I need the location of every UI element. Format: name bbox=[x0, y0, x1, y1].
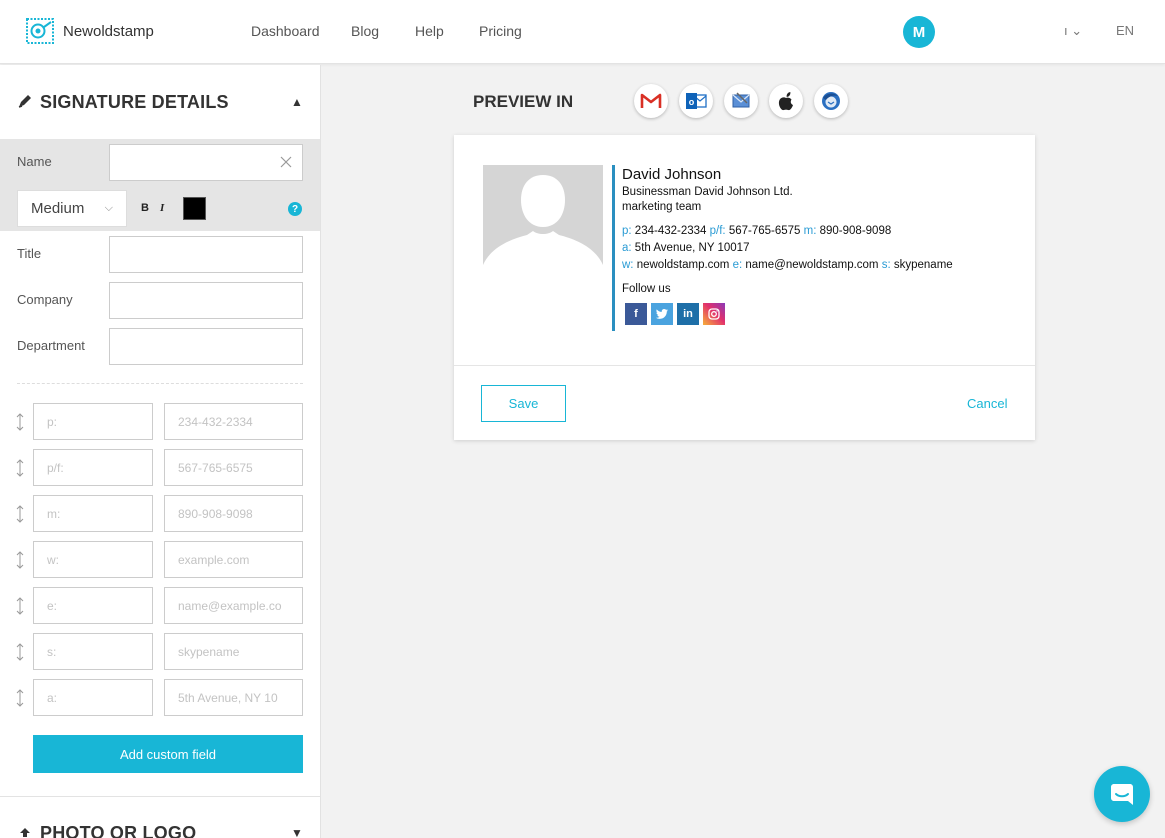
signature-details-title: SIGNATURE DETAILS bbox=[40, 91, 229, 112]
nav-dashboard[interactable]: Dashboard bbox=[251, 23, 320, 39]
drag-handle-icon[interactable] bbox=[14, 505, 26, 523]
brand-name: Newoldstamp bbox=[63, 22, 154, 40]
preview-in-label: PREVIEW IN bbox=[473, 92, 574, 111]
divider bbox=[17, 383, 303, 384]
account-menu-toggle[interactable]: ı ⌄ bbox=[1064, 23, 1082, 39]
name-input[interactable] bbox=[109, 144, 303, 181]
skype-value-input[interactable] bbox=[164, 633, 303, 670]
follow-us-label: Follow us bbox=[622, 283, 671, 295]
pen-icon bbox=[17, 93, 33, 109]
company-input[interactable] bbox=[109, 282, 303, 319]
divider bbox=[454, 365, 1035, 366]
apple-icon[interactable] bbox=[769, 84, 803, 118]
text-color-picker[interactable] bbox=[183, 197, 206, 220]
drag-handle-icon[interactable] bbox=[14, 459, 26, 477]
facebook-icon[interactable]: f bbox=[625, 303, 647, 325]
stamp-logo-icon bbox=[25, 17, 55, 45]
gmail-icon[interactable] bbox=[634, 84, 668, 118]
nav-help[interactable]: Help bbox=[415, 23, 444, 39]
signature-company: Businessman David Johnson Ltd. bbox=[622, 186, 793, 198]
drag-handle-icon[interactable] bbox=[14, 597, 26, 615]
signature-web-links: w: newoldstamp.com e: name@newoldstamp.c… bbox=[622, 259, 953, 271]
website-label-input[interactable] bbox=[33, 541, 153, 578]
collapse-arrow-icon[interactable]: ▲ bbox=[291, 95, 303, 109]
instagram-icon[interactable] bbox=[703, 303, 725, 325]
save-button[interactable]: Save bbox=[481, 385, 566, 422]
drag-handle-icon[interactable] bbox=[14, 551, 26, 569]
email-label-input[interactable] bbox=[33, 587, 153, 624]
add-custom-field-button[interactable]: Add custom field bbox=[33, 735, 303, 773]
signature-phones: p: 234-432-2334 p/f: 567-765-6575 m: 890… bbox=[622, 225, 892, 237]
skype-label-input[interactable] bbox=[33, 633, 153, 670]
signature-name: David Johnson bbox=[622, 166, 722, 183]
phone-fax-label-input[interactable] bbox=[33, 449, 153, 486]
mobile-label-input[interactable] bbox=[33, 495, 153, 532]
profile-placeholder-image bbox=[483, 165, 603, 275]
photo-logo-title: PHOTO OR LOGO bbox=[40, 822, 197, 838]
phone-label-input[interactable] bbox=[33, 403, 153, 440]
top-bar: Newoldstamp Dashboard Blog Help Pricing … bbox=[0, 0, 1165, 64]
title-input[interactable] bbox=[109, 236, 303, 273]
clear-name-icon[interactable] bbox=[279, 155, 293, 169]
expand-arrow-icon[interactable]: ▼ bbox=[291, 826, 303, 838]
font-weight-value: Medium bbox=[31, 200, 85, 217]
upload-icon bbox=[17, 826, 33, 838]
nav-blog[interactable]: Blog bbox=[351, 23, 379, 39]
photo-logo-header[interactable]: PHOTO OR LOGO ▼ bbox=[0, 796, 320, 838]
email-value-input[interactable] bbox=[164, 587, 303, 624]
signature-preview-card: David Johnson Businessman David Johnson … bbox=[454, 135, 1035, 440]
department-label: Department bbox=[17, 338, 85, 353]
chevron-down-icon: ⌵ bbox=[104, 202, 113, 214]
address-value-input[interactable] bbox=[164, 679, 303, 716]
outlook-icon[interactable]: o bbox=[679, 84, 713, 118]
help-icon[interactable]: ? bbox=[288, 202, 302, 216]
mobile-value-input[interactable] bbox=[164, 495, 303, 532]
signature-editor-panel: SIGNATURE DETAILS ▲ Name Medium ⌵ B I ? … bbox=[0, 65, 321, 838]
drag-handle-icon[interactable] bbox=[14, 413, 26, 431]
thunderbird-icon[interactable] bbox=[814, 84, 848, 118]
user-avatar[interactable]: M bbox=[903, 16, 935, 48]
title-label: Title bbox=[17, 246, 42, 261]
apple-mail-icon[interactable] bbox=[724, 84, 758, 118]
phone-value-input[interactable] bbox=[164, 403, 303, 440]
signature-details-header[interactable]: SIGNATURE DETAILS ▲ bbox=[0, 65, 320, 139]
chat-widget-button[interactable] bbox=[1094, 766, 1150, 822]
company-label: Company bbox=[17, 292, 73, 307]
cancel-link[interactable]: Cancel bbox=[967, 396, 1007, 411]
address-label-input[interactable] bbox=[33, 679, 153, 716]
twitter-icon[interactable] bbox=[651, 303, 673, 325]
bold-button[interactable]: B bbox=[141, 202, 149, 214]
drag-handle-icon[interactable] bbox=[14, 643, 26, 661]
department-input[interactable] bbox=[109, 328, 303, 365]
nav-pricing[interactable]: Pricing bbox=[479, 23, 522, 39]
svg-text:o: o bbox=[689, 97, 695, 107]
signature-accent-bar bbox=[612, 165, 615, 331]
linkedin-icon[interactable]: in bbox=[677, 303, 699, 325]
drag-handle-icon[interactable] bbox=[14, 689, 26, 707]
name-label: Name bbox=[17, 154, 52, 169]
brand-logo[interactable]: Newoldstamp bbox=[25, 17, 154, 45]
website-value-input[interactable] bbox=[164, 541, 303, 578]
language-selector[interactable]: EN bbox=[1116, 23, 1134, 38]
signature-department: marketing team bbox=[622, 201, 702, 213]
italic-button[interactable]: I bbox=[160, 202, 164, 214]
signature-address: a: 5th Avenue, NY 10017 bbox=[622, 242, 750, 254]
font-weight-select[interactable]: Medium ⌵ bbox=[17, 190, 127, 227]
chat-icon bbox=[1111, 784, 1133, 805]
phone-fax-value-input[interactable] bbox=[164, 449, 303, 486]
